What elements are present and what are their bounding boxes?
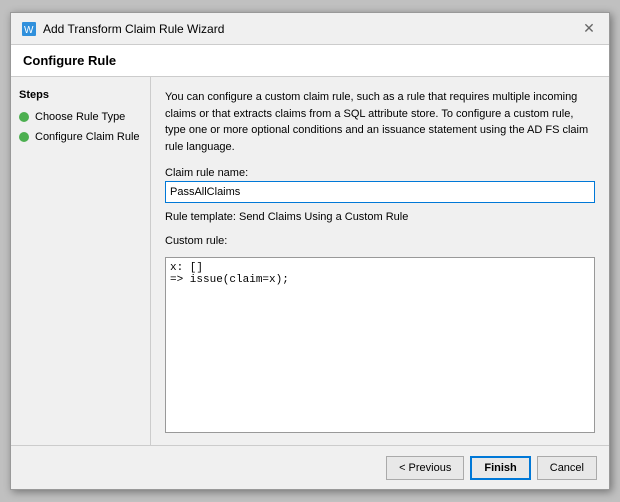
dialog-title: Add Transform Claim Rule Wizard: [43, 22, 224, 36]
steps-title: Steps: [19, 89, 142, 101]
wizard-icon: W: [21, 21, 37, 37]
steps-panel: Steps Choose Rule Type Configure Claim R…: [11, 77, 151, 445]
step-dot-1: [19, 112, 29, 122]
dialog-body: Configure Rule Steps Choose Rule Type Co…: [11, 45, 609, 445]
claim-rule-name-label: Claim rule name:: [165, 167, 595, 179]
section-title: Configure Rule: [23, 53, 597, 68]
custom-rule-label: Custom rule:: [165, 235, 595, 247]
step-item-1: Choose Rule Type: [19, 111, 142, 123]
description-text: You can configure a custom claim rule, s…: [165, 89, 595, 155]
step-item-2: Configure Claim Rule: [19, 131, 142, 143]
cancel-button[interactable]: Cancel: [537, 456, 597, 480]
main-panel: You can configure a custom claim rule, s…: [151, 77, 609, 445]
dialog-window: W Add Transform Claim Rule Wizard ✕ Conf…: [10, 12, 610, 490]
claim-rule-name-field: Claim rule name:: [165, 167, 595, 203]
claim-rule-name-input[interactable]: [165, 181, 595, 203]
previous-button[interactable]: < Previous: [386, 456, 464, 480]
svg-text:W: W: [24, 25, 34, 36]
step-dot-2: [19, 132, 29, 142]
section-header: Configure Rule: [11, 45, 609, 77]
footer: < Previous Finish Cancel: [11, 445, 609, 489]
content-area: Steps Choose Rule Type Configure Claim R…: [11, 77, 609, 445]
close-button[interactable]: ✕: [579, 19, 599, 39]
finish-button[interactable]: Finish: [470, 456, 530, 480]
title-bar: W Add Transform Claim Rule Wizard ✕: [11, 13, 609, 45]
close-icon: ✕: [583, 20, 595, 37]
custom-rule-textarea[interactable]: [165, 257, 595, 433]
step-label-2: Configure Claim Rule: [35, 131, 140, 143]
step-label-1: Choose Rule Type: [35, 111, 125, 123]
title-bar-left: W Add Transform Claim Rule Wizard: [21, 21, 224, 37]
rule-template-text: Rule template: Send Claims Using a Custo…: [165, 211, 595, 223]
